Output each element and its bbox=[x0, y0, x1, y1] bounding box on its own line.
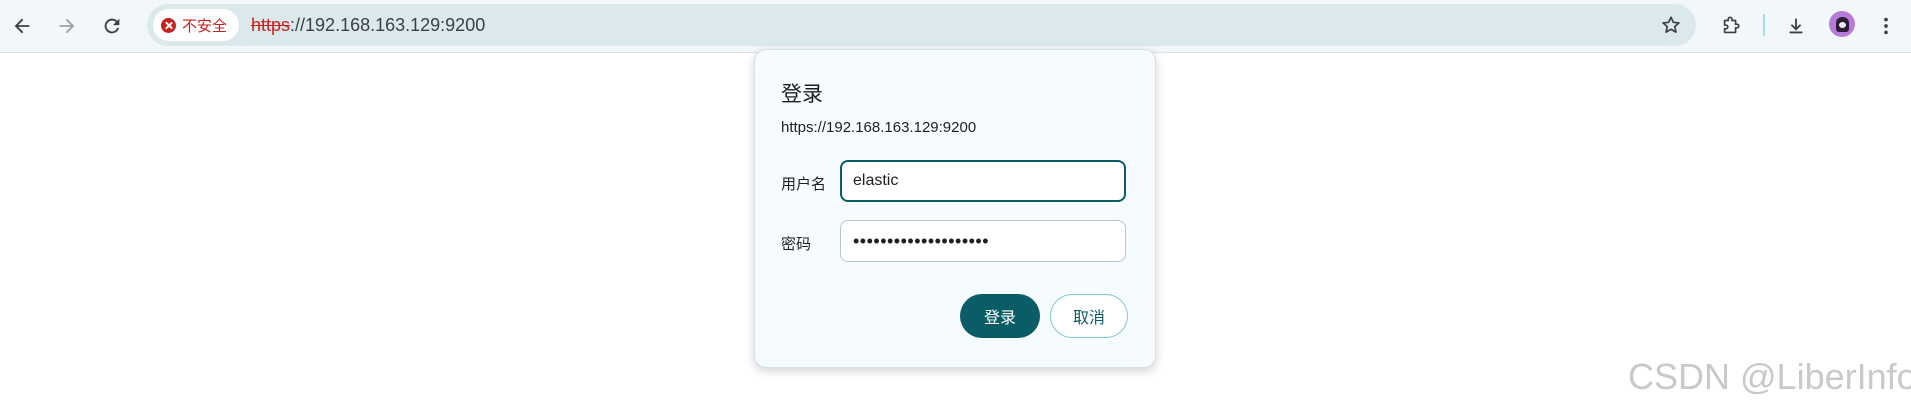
back-button[interactable] bbox=[4, 8, 40, 44]
reload-button[interactable] bbox=[94, 8, 130, 44]
downloads-button[interactable] bbox=[1778, 8, 1814, 44]
login-button[interactable]: 登录 bbox=[960, 294, 1040, 338]
url-scheme: https bbox=[251, 15, 291, 35]
url-host: ://192.168.163.129:9200 bbox=[290, 15, 486, 35]
bookmark-button[interactable] bbox=[1653, 7, 1689, 43]
download-icon bbox=[1789, 18, 1803, 34]
arrow-right-icon bbox=[59, 18, 75, 34]
dialog-origin: https://192.168.163.129:9200 bbox=[781, 119, 977, 136]
star-icon bbox=[1662, 16, 1680, 33]
extensions-button[interactable] bbox=[1713, 8, 1749, 44]
not-secure-icon bbox=[161, 17, 176, 33]
puzzle-icon bbox=[1723, 16, 1740, 34]
dialog-title: 登录 bbox=[781, 82, 823, 106]
browser-toolbar: 不安全 https://192.168.163.129:9200 bbox=[0, 0, 1911, 53]
url-text[interactable]: https://192.168.163.129:9200 bbox=[251, 4, 485, 46]
forward-button[interactable] bbox=[49, 8, 85, 44]
username-label: 用户名 bbox=[781, 175, 827, 193]
menu-button[interactable] bbox=[1868, 8, 1904, 44]
security-chip[interactable]: 不安全 bbox=[153, 9, 239, 41]
login-dialog: 登录 https://192.168.163.129:9200 用户名 密码 登… bbox=[754, 49, 1156, 368]
password-label: 密码 bbox=[781, 235, 812, 253]
toolbar-divider bbox=[1763, 14, 1765, 36]
kebab-menu-icon bbox=[1884, 17, 1888, 35]
reload-icon bbox=[104, 18, 120, 34]
avatar-image bbox=[1835, 16, 1849, 32]
cancel-button[interactable]: 取消 bbox=[1050, 294, 1128, 338]
password-input[interactable] bbox=[840, 220, 1126, 262]
arrow-left-icon bbox=[14, 18, 30, 34]
security-chip-label: 不安全 bbox=[182, 16, 228, 35]
address-bar[interactable]: 不安全 https://192.168.163.129:9200 bbox=[147, 4, 1696, 46]
profile-avatar[interactable] bbox=[1829, 11, 1855, 37]
username-input[interactable] bbox=[840, 160, 1126, 202]
watermark: CSDN @LiberInfo bbox=[1628, 356, 1911, 397]
